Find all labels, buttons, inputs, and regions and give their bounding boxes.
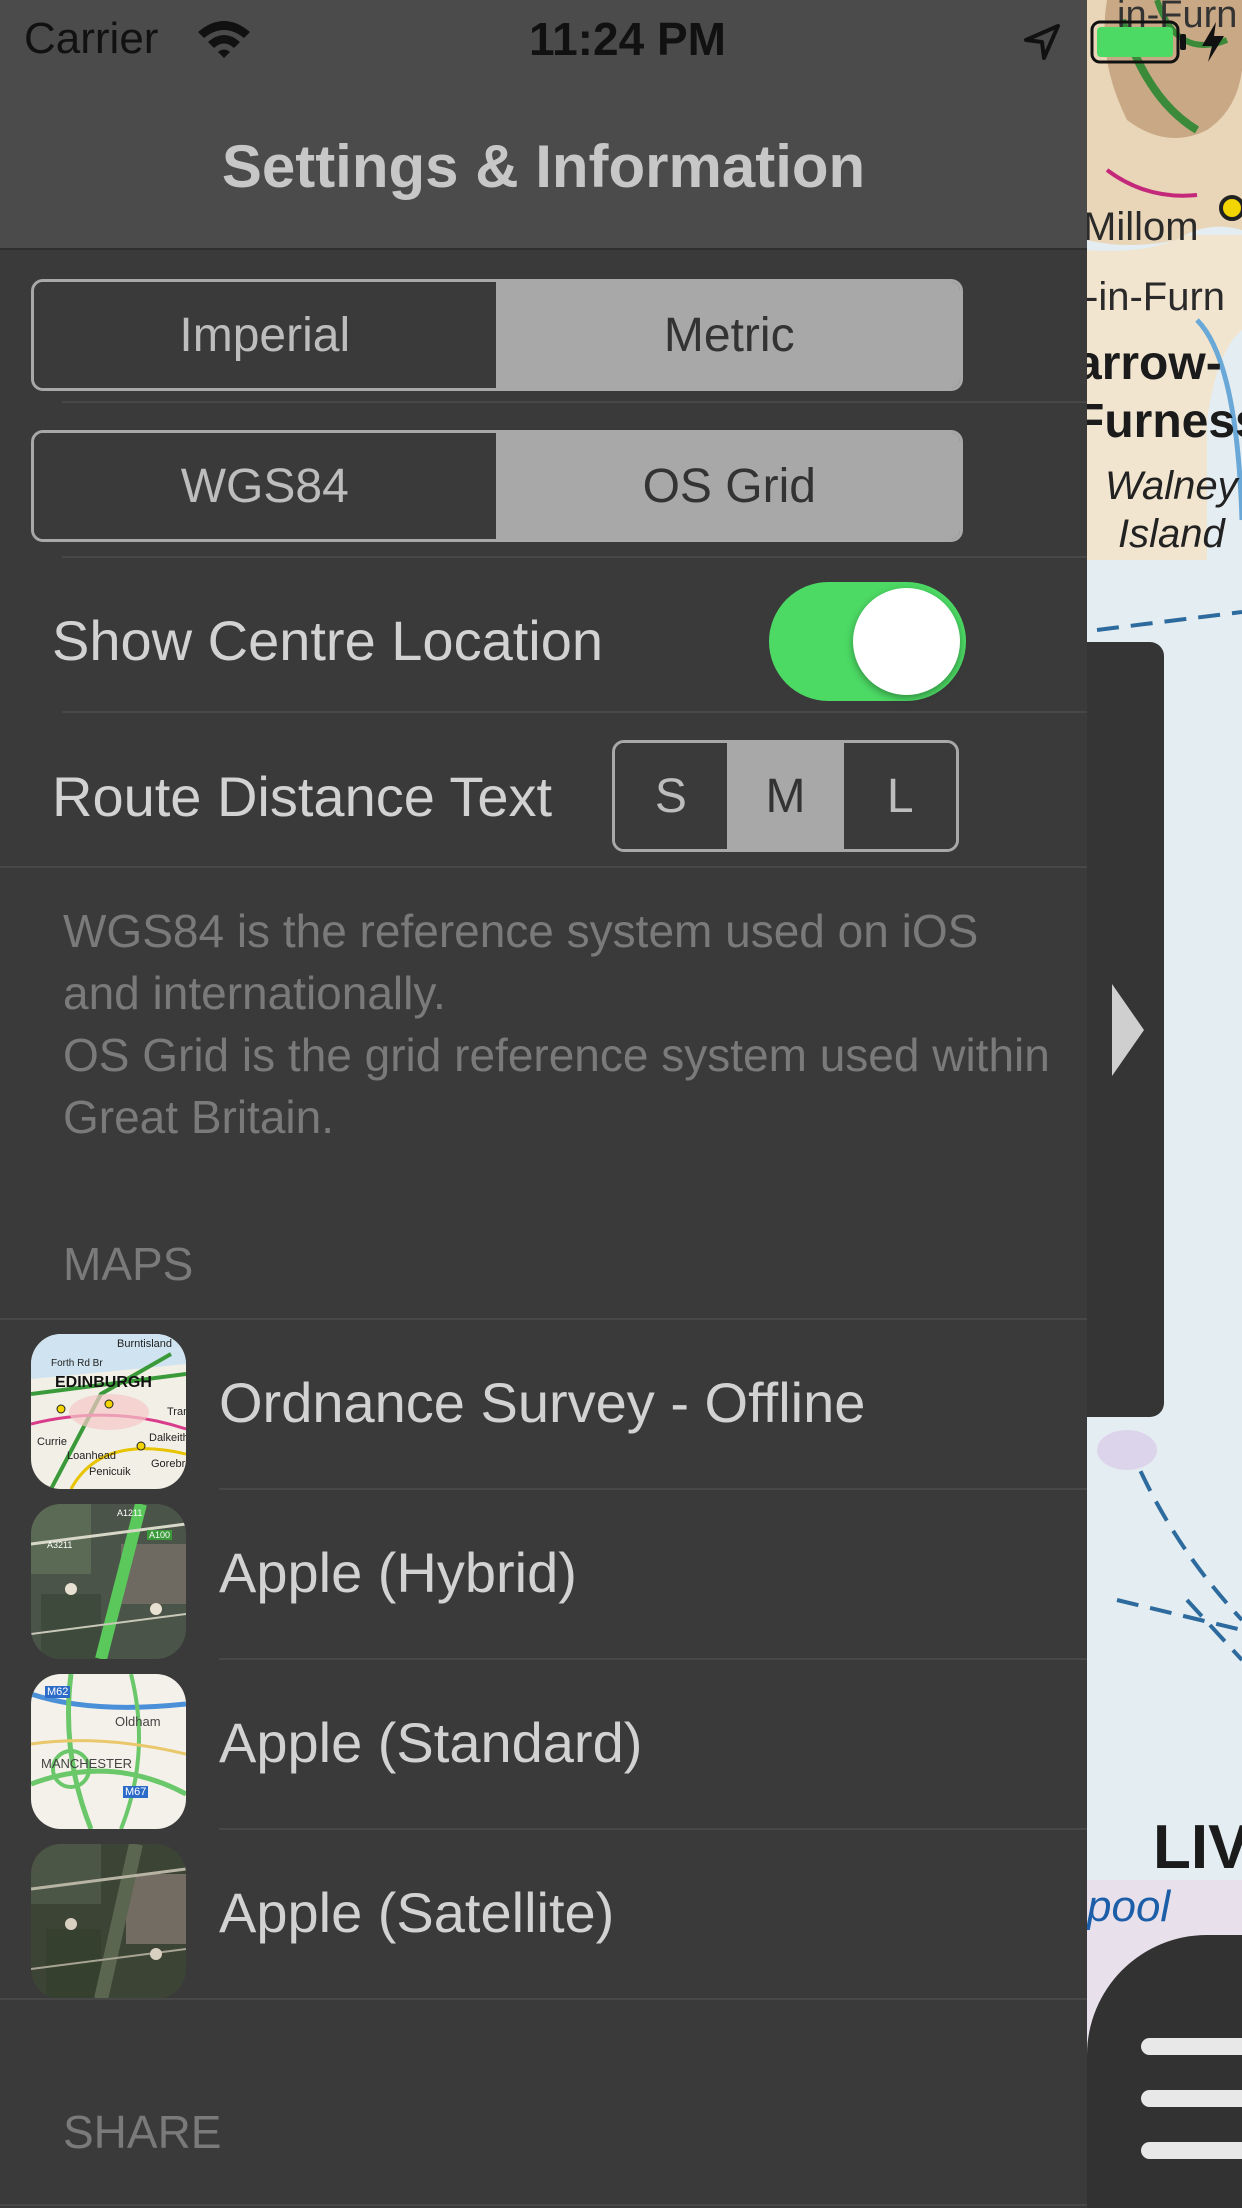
apple-standard-thumbnail: M62 Oldham MANCHESTER M67 (31, 1674, 186, 1829)
thumb-label: Currie (37, 1436, 67, 1448)
show-centre-location-label: Show Centre Location (52, 609, 604, 672)
map-option-label: Apple (Hybrid) (219, 1541, 577, 1604)
map-option-ordnance-survey[interactable]: Burntisland Forth Rd Br EDINBURGH Currie… (0, 1320, 1087, 1490)
separator (0, 866, 1087, 868)
thumb-label: EDINBURGH (55, 1374, 152, 1391)
maps-section-header: MAPS (63, 1238, 194, 1290)
ordnance-survey-thumbnail: Burntisland Forth Rd Br EDINBURGH Currie… (31, 1334, 186, 1489)
thumb-label: MANCHESTER (41, 1756, 133, 1771)
coords-option-wgs84[interactable]: WGS84 (34, 433, 499, 539)
units-option-imperial[interactable]: Imperial (34, 282, 499, 388)
map-label-in-furn: -in-Furn (1087, 275, 1226, 319)
route-size-option-m[interactable]: M (729, 743, 845, 849)
map-label-walney-1: Walney (1105, 464, 1238, 508)
battery-icon (1090, 20, 1186, 64)
thumb-label: Tran (167, 1406, 186, 1418)
route-size-option-l[interactable]: L (844, 743, 956, 849)
thumb-label: Loanhead (67, 1450, 116, 1462)
coordinate-system-segmented-control[interactable]: WGS84 OS Grid (31, 430, 963, 542)
thumb-label: M62 (45, 1686, 71, 1698)
thumb-label: Burntisland (117, 1338, 173, 1350)
thumb-label: A3211 (47, 1540, 73, 1550)
coordinate-system-footnote: WGS84 is the reference system used on iO… (63, 905, 1050, 1143)
status-bar: Carrier 11:24 PM (0, 0, 1087, 82)
thumb-label: A1211 (117, 1508, 143, 1518)
route-distance-size-control[interactable]: S M L (612, 740, 959, 852)
map-option-apple-satellite[interactable]: Apple (Satellite) (0, 1830, 1087, 2000)
apple-satellite-thumbnail (31, 1844, 186, 1999)
map-option-label: Apple (Satellite) (219, 1881, 615, 1944)
separator (62, 556, 1087, 558)
route-distance-text-label: Route Distance Text (52, 765, 553, 828)
location-arrow-icon (1024, 24, 1060, 60)
separator (62, 401, 1087, 403)
apple-hybrid-thumbnail: A1211 A3211 A100 (31, 1504, 186, 1659)
share-section-header: SHARE (63, 2106, 222, 2158)
separator (0, 1998, 1087, 2000)
page-title: Settings & Information (221, 133, 866, 200)
map-option-label: Ordnance Survey - Offline (219, 1371, 866, 1434)
map-label-millom: Millom (1087, 205, 1199, 249)
map-label-walney-2: Island (1117, 512, 1225, 556)
map-option-label: Apple (Standard) (219, 1711, 643, 1774)
menu-bar-bottom (1141, 2142, 1242, 2159)
separator (62, 711, 1087, 713)
thumb-label: Oldham (115, 1714, 161, 1729)
map-option-apple-hybrid[interactable]: A1211 A3211 A100 Apple (Hybrid) (0, 1490, 1087, 1660)
map-option-apple-standard[interactable]: M62 Oldham MANCHESTER M67 Apple (Standar… (0, 1660, 1087, 1830)
route-size-option-s[interactable]: S (615, 743, 730, 849)
map-label-walney: Walney Island (1105, 462, 1238, 558)
charging-bolt-icon (1202, 22, 1224, 62)
settings-panel: Settings & Information Imperial Metric W… (0, 0, 1224, 2208)
map-label-barrow: arrow- Furness (1087, 335, 1242, 451)
menu-bar-top (1141, 2038, 1242, 2055)
thumb-label: Penicuik (89, 1466, 131, 1478)
show-centre-location-toggle[interactable] (769, 582, 966, 701)
units-option-metric[interactable]: Metric (498, 282, 960, 388)
thumb-label: Forth Rd Br (51, 1358, 103, 1369)
map-label-barrow-1: arrow- (1087, 337, 1222, 390)
chevron-right-icon (1111, 983, 1144, 1076)
toggle-knob (853, 588, 960, 695)
nav-bar: Settings & Information (0, 82, 1087, 250)
separator (0, 2204, 1087, 2206)
map-label-barrow-2: Furness (1087, 395, 1242, 448)
map-label-liv: LIV (1153, 1813, 1242, 1882)
map-label-pool: pool (1087, 1882, 1171, 1931)
thumb-label: A100 (147, 1530, 173, 1540)
units-segmented-control[interactable]: Imperial Metric (31, 279, 963, 391)
thumb-label: Gorebr (151, 1458, 186, 1470)
menu-bar-middle (1141, 2090, 1242, 2107)
thumb-label: Dalkeith (149, 1432, 186, 1444)
collapse-panel-handle[interactable] (1087, 642, 1164, 1417)
thumb-label: M67 (123, 1786, 149, 1798)
coords-option-os-grid[interactable]: OS Grid (498, 433, 960, 539)
